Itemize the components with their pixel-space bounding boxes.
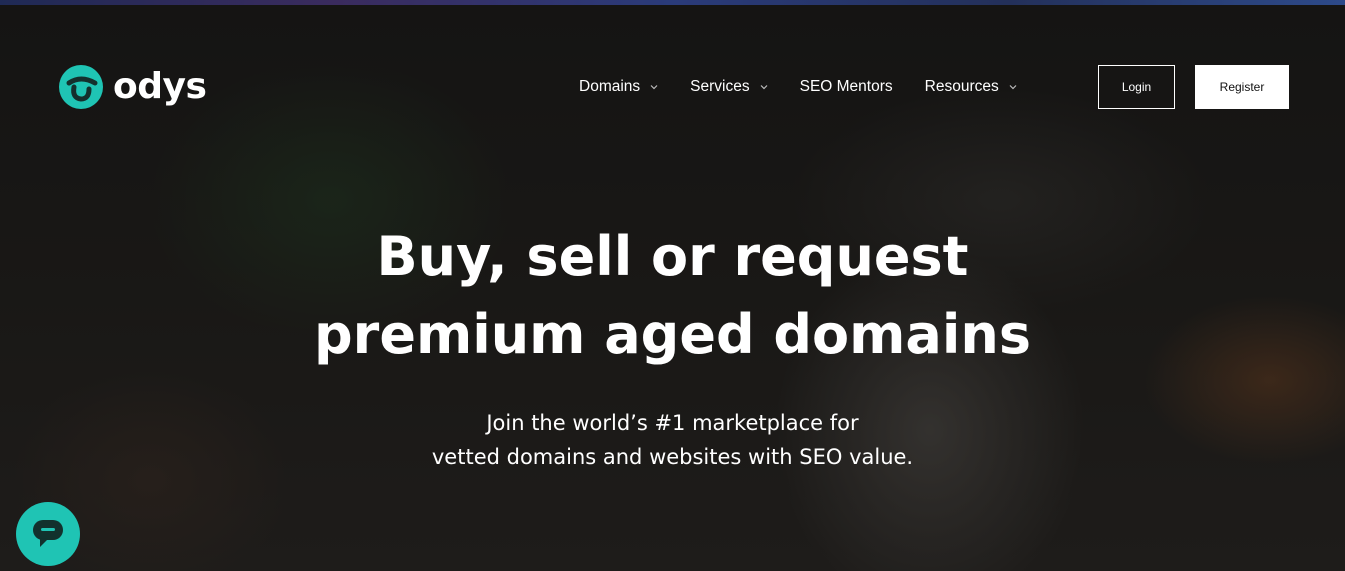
- hero-subtitle-line: Join the world’s #1 marketplace for: [486, 411, 859, 435]
- chevron-down-icon: [760, 85, 768, 90]
- chevron-down-icon: [650, 85, 658, 90]
- chat-widget-button[interactable]: [16, 502, 80, 566]
- nav-item-label: Domains: [579, 78, 641, 95]
- hero-title-line: Buy, sell or request: [376, 225, 969, 288]
- main-nav: Domains Services SEO Mentors Resources: [579, 76, 1049, 98]
- nav-item-domains[interactable]: Domains: [579, 78, 658, 96]
- chat-bubble-icon: [33, 520, 63, 547]
- hero-section: odys Domains Services SEO Mentors Resour…: [0, 0, 1345, 571]
- hero-title: Buy, sell or request premium aged domain…: [0, 218, 1345, 374]
- nav-item-label: SEO Mentors: [799, 78, 893, 95]
- odys-logo-icon: [59, 65, 103, 109]
- nav-item-label: Services: [690, 78, 750, 95]
- hero-title-line: premium aged domains: [314, 303, 1031, 366]
- hero-subtitle: Join the world’s #1 marketplace for vett…: [0, 406, 1345, 474]
- nav-item-resources[interactable]: Resources: [925, 78, 1017, 96]
- nav-item-services[interactable]: Services: [690, 78, 768, 96]
- hero-subtitle-line: vetted domains and websites with SEO val…: [431, 445, 914, 469]
- nav-item-seo-mentors[interactable]: SEO Mentors: [800, 78, 893, 96]
- nav-item-label: Resources: [924, 78, 999, 95]
- brand-logo-link[interactable]: odys: [59, 65, 207, 109]
- top-strip: [0, 0, 1345, 5]
- login-button[interactable]: Login: [1098, 65, 1175, 109]
- register-button[interactable]: Register: [1195, 65, 1289, 109]
- chevron-down-icon: [1009, 85, 1017, 90]
- brand-name: odys: [113, 66, 207, 107]
